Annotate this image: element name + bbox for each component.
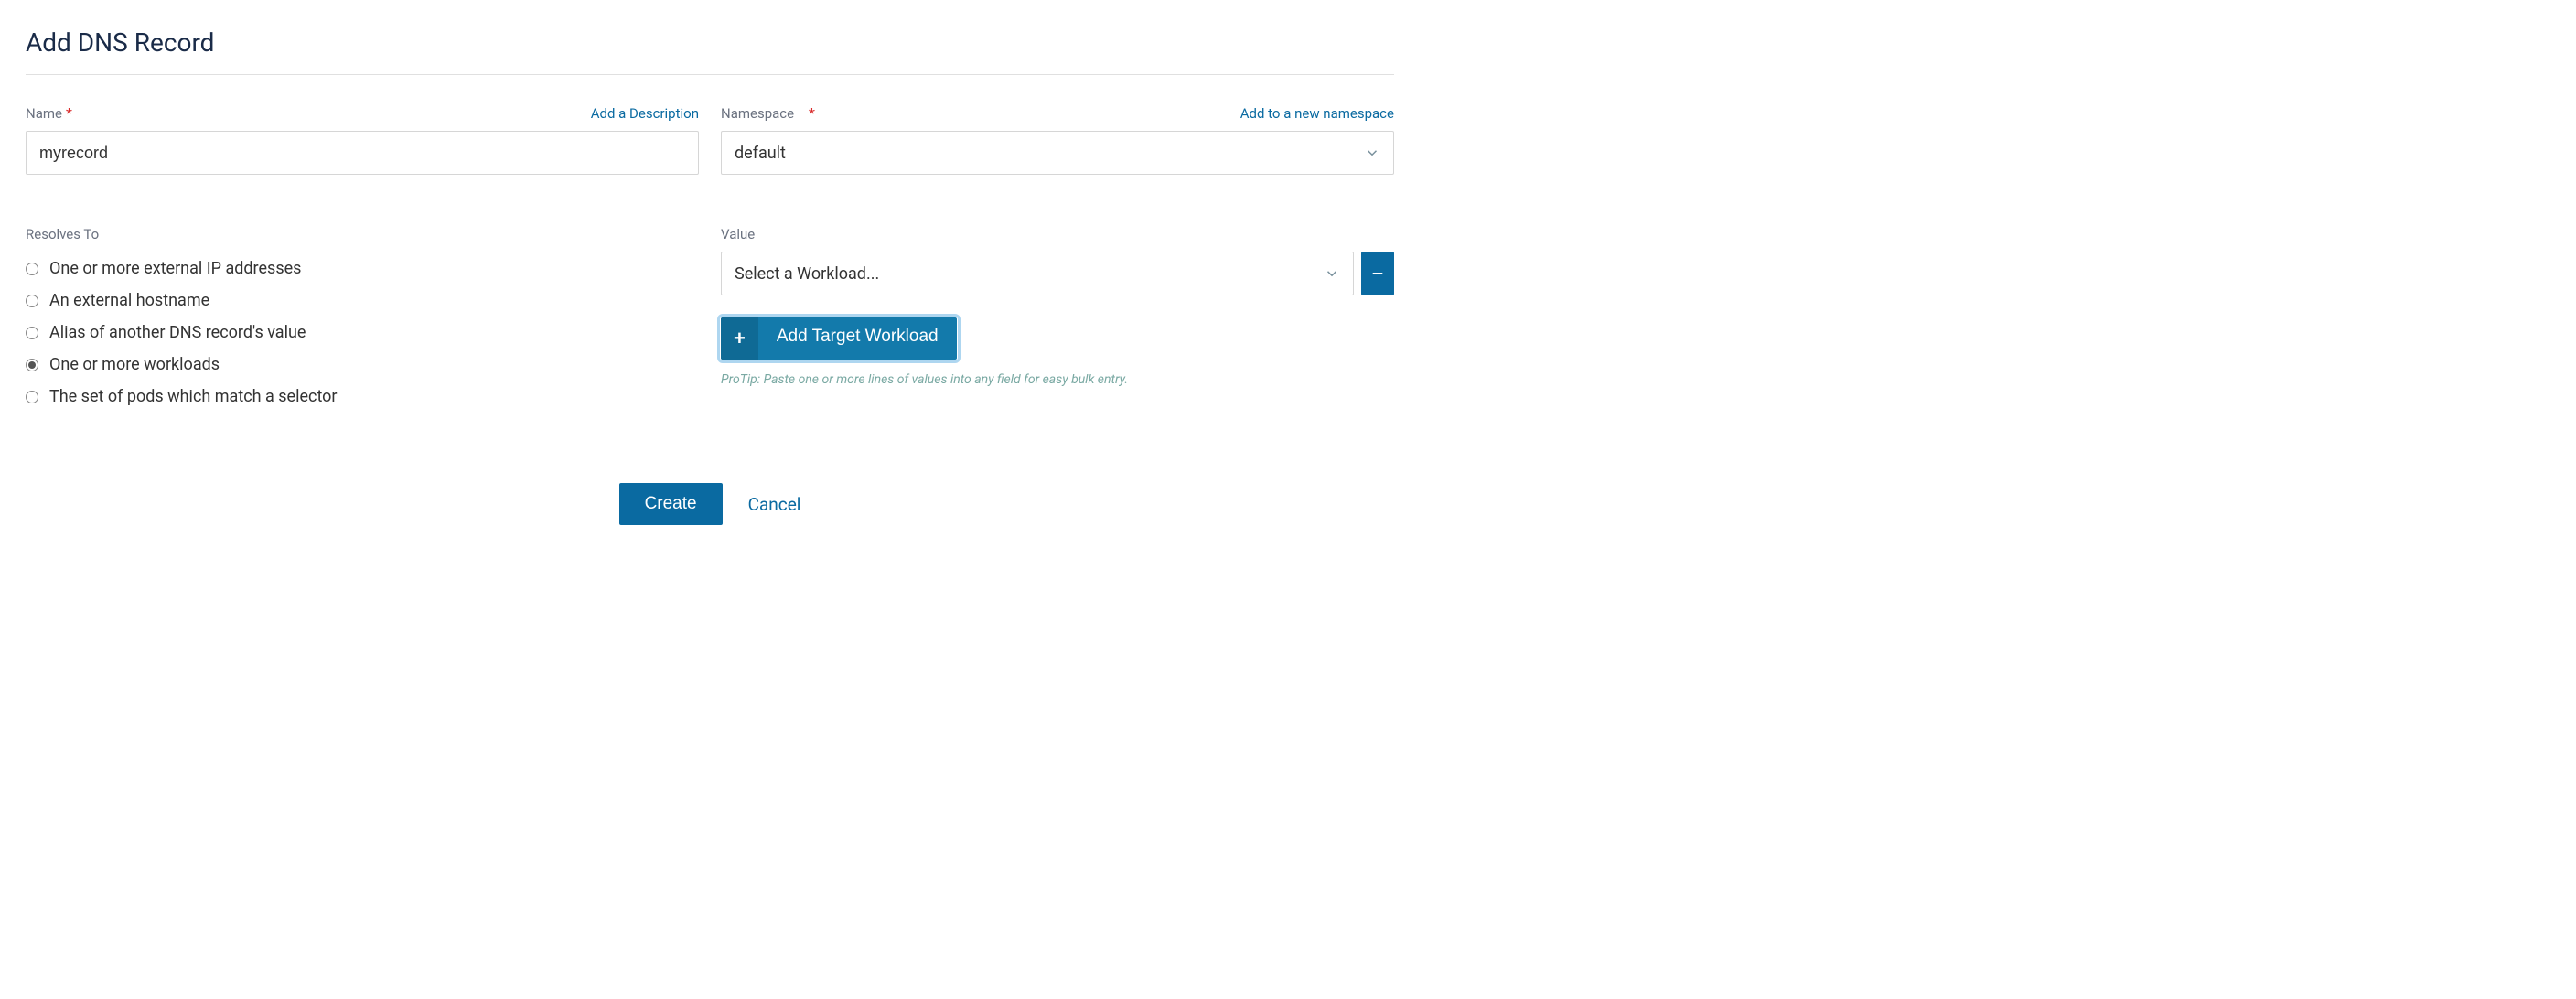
- workload-select-placeholder: Select a Workload...: [735, 264, 879, 284]
- radio-label: The set of pods which match a selector: [49, 387, 338, 406]
- value-label: Value: [721, 226, 1394, 242]
- resolves-to-group: Resolves To One or more external IP addr…: [26, 226, 699, 419]
- required-asterisk: *: [66, 104, 72, 122]
- radio-icon: [26, 327, 38, 339]
- plus-icon: +: [721, 317, 758, 360]
- add-description-link[interactable]: Add a Description: [591, 105, 699, 122]
- resolves-to-heading: Resolves To: [26, 226, 699, 242]
- cancel-button[interactable]: Cancel: [748, 494, 801, 515]
- radio-label: Alias of another DNS record's value: [49, 323, 306, 342]
- form-actions: Create Cancel: [26, 483, 1394, 525]
- radio-option-workloads[interactable]: One or more workloads: [26, 355, 699, 374]
- add-namespace-link[interactable]: Add to a new namespace: [1240, 105, 1394, 122]
- radio-option-pod-selector[interactable]: The set of pods which match a selector: [26, 387, 699, 406]
- create-button[interactable]: Create: [619, 483, 723, 525]
- radio-icon: [26, 391, 38, 403]
- radio-icon: [26, 295, 38, 307]
- radio-label: One or more external IP addresses: [49, 259, 301, 278]
- minus-icon: [1370, 266, 1385, 281]
- divider: [26, 74, 1394, 75]
- radio-icon: [26, 359, 38, 371]
- radio-label: One or more workloads: [49, 355, 220, 374]
- namespace-selected-value: default: [735, 144, 786, 163]
- protip-text: ProTip: Paste one or more lines of value…: [721, 372, 1394, 387]
- radio-option-alias[interactable]: Alias of another DNS record's value: [26, 323, 699, 342]
- radio-option-external-ip[interactable]: One or more external IP addresses: [26, 259, 699, 278]
- chevron-down-icon: [1364, 145, 1380, 161]
- name-input[interactable]: [26, 131, 699, 175]
- namespace-field-group: Namespace * Add to a new namespace defau…: [721, 104, 1394, 175]
- name-field-group: Name* Add a Description: [26, 104, 699, 175]
- namespace-label: Namespace: [721, 105, 794, 122]
- required-asterisk: *: [801, 104, 815, 122]
- radio-icon: [26, 263, 38, 275]
- page-title: Add DNS Record: [26, 27, 1394, 58]
- value-section: Value Select a Workload... + Add Target …: [721, 226, 1394, 419]
- remove-value-button[interactable]: [1361, 252, 1394, 295]
- namespace-select[interactable]: default: [721, 131, 1394, 175]
- workload-select[interactable]: Select a Workload...: [721, 252, 1354, 295]
- add-target-workload-label: Add Target Workload: [758, 317, 957, 360]
- name-label: Name: [26, 105, 62, 122]
- chevron-down-icon: [1324, 265, 1340, 282]
- radio-option-external-hostname[interactable]: An external hostname: [26, 291, 699, 310]
- radio-label: An external hostname: [49, 291, 209, 310]
- add-target-workload-button[interactable]: + Add Target Workload: [721, 317, 957, 360]
